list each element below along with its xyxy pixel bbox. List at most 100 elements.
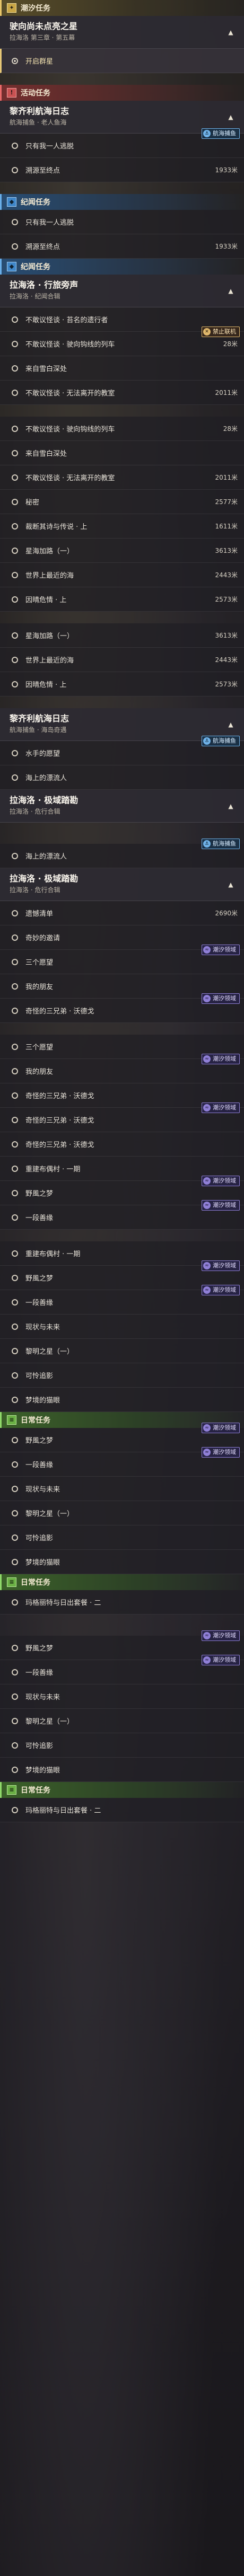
quest-row[interactable]: 黎明之星（一） — [0, 1501, 244, 1525]
quest-row[interactable]: 不敢议怪谈 · 无法离开的教室 2011米 — [0, 465, 244, 490]
quest-label: 现状与未来 — [25, 1486, 60, 1494]
chapter-header[interactable]: 拉海洛 · 行旅旁声 拉海洛 · 纪闻合辑 ▲ — [0, 275, 244, 307]
section-header-daily[interactable]: ≡ 日常任务 — [0, 1574, 244, 1590]
quest-row[interactable]: 溯源至终点 1933米 — [0, 158, 244, 182]
quest-label: 可怜追影 — [25, 1534, 54, 1542]
quest-row[interactable]: 星海加路（一） 3613米 — [0, 539, 244, 563]
quest-label: 现状与未来 — [25, 1324, 60, 1331]
collapse-icon[interactable]: ▲ — [225, 111, 237, 123]
quest-row[interactable]: 因晴危情 · 上 2573米 — [0, 672, 244, 696]
collapse-icon[interactable]: ▲ — [225, 879, 237, 890]
quest-row[interactable]: 开启群星 — [0, 49, 244, 73]
quest-label: 一段善缘 — [25, 1299, 54, 1307]
quest-row[interactable]: 梦境的猫眼 — [0, 1758, 244, 1782]
quest-label: 我的朋友 — [25, 1068, 54, 1076]
tide-domain-badge: ≈ 潮汐领域 — [202, 1423, 240, 1433]
chapter-header[interactable]: 拉海洛 · 极域踏勘 拉海洛 · 危行合辑 ▲ — [0, 868, 244, 901]
wave-icon: ≈ — [203, 1656, 211, 1664]
quest-label: 星海加路（一） — [25, 548, 74, 555]
quest-tracked-icon — [12, 57, 18, 64]
quest-row[interactable]: 可怜追影 — [0, 1363, 244, 1388]
quest-row[interactable]: 因晴危情 · 上 2573米 — [0, 587, 244, 612]
quest-row[interactable]: 世界上最近的海 2443米 — [0, 563, 244, 587]
quest-row[interactable]: 可怜追影 — [0, 1525, 244, 1550]
quest-row[interactable]: ⚓ 航海捕鱼 水手的愿望 — [0, 736, 244, 765]
quest-row[interactable]: 梦境的猫眼 — [0, 1550, 244, 1574]
quest-icon — [12, 1436, 18, 1443]
wave-icon: ≈ — [203, 1177, 211, 1185]
quest-row[interactable]: 星海加路（一） 3613米 — [0, 623, 244, 648]
section-header-lore[interactable]: ◆ 纪闻任务 — [0, 259, 244, 275]
quest-row[interactable]: ⚓ 航海捕鱼 只有我一人逃脱 — [0, 128, 244, 158]
quest-label: 只有我一人逃脱 — [25, 143, 74, 151]
wave-icon: ≈ — [203, 1286, 211, 1294]
section-title: 纪闻任务 — [21, 263, 50, 271]
quest-label: 重建布偶村 · 一期 — [25, 1250, 81, 1258]
quest-row[interactable]: 玛格丽特与日出套餐 · 二 — [0, 1590, 244, 1615]
badge-label: 潮汐领域 — [213, 946, 236, 953]
quest-row[interactable]: 遗憾清单 2690米 — [0, 901, 244, 925]
quest-row[interactable]: 奇怪的三兄弟 · 沃德戈 — [0, 1132, 244, 1157]
quest-row[interactable]: 现状与未来 — [0, 1477, 244, 1501]
quest-row[interactable]: 世界上最近的海 2443米 — [0, 648, 244, 672]
collapse-icon[interactable]: ▲ — [225, 800, 237, 812]
quest-row[interactable]: 来自雪白深处 — [0, 441, 244, 465]
quest-row[interactable]: 溯源至终点 1933米 — [0, 234, 244, 259]
quest-row[interactable]: 梦境的猫眼 — [0, 1388, 244, 1412]
chapter-header[interactable]: 驶向尚未点亮之星 拉海洛 第三章 · 第五幕 ▲ — [0, 16, 244, 49]
wave-icon: ≈ — [203, 1055, 211, 1063]
quest-row[interactable]: ≈ 潮汐领域 奇怪的三兄弟 · 沃德戈 — [0, 1102, 244, 1132]
quest-distance: 1933米 — [215, 243, 238, 250]
badge-label: 潮汐领域 — [213, 1262, 236, 1269]
tide-domain-badge: ≈ 潮汐领域 — [202, 1285, 240, 1295]
quest-icon — [12, 749, 18, 756]
quest-icon — [12, 1214, 18, 1221]
section-header-tide[interactable]: ✦ 潮汐任务 — [0, 0, 244, 16]
quest-row[interactable]: ≈ 潮汐领域 一段善缘 — [0, 1200, 244, 1230]
quest-row[interactable]: 秘密 2577米 — [0, 490, 244, 514]
quest-label: 秘密 — [25, 499, 40, 507]
quest-icon — [12, 1806, 18, 1813]
quest-label: 玛格丽特与日出套餐 · 二 — [25, 1599, 101, 1607]
section-header-activity[interactable]: ! 活动任务 — [0, 85, 244, 101]
quest-row[interactable]: 现状与未来 — [0, 1684, 244, 1709]
quest-row[interactable]: 只有我一人逃脱 — [0, 210, 244, 234]
quest-row[interactable]: 可怜追影 — [0, 1733, 244, 1758]
quest-distance: 1611米 — [215, 523, 238, 530]
quest-label: 裁断其诗与传说 · 上 — [25, 523, 88, 531]
quest-icon — [12, 142, 18, 149]
collapse-icon[interactable]: ▲ — [225, 285, 237, 297]
quest-row[interactable]: ✕ 禁止联机 不敢议怪谈 · 驶向钩线的列车 28米 — [0, 327, 244, 356]
quest-row[interactable]: 黎明之星（一） — [0, 1709, 244, 1733]
wave-icon: ≈ — [203, 1424, 211, 1432]
quest-row[interactable]: ≈ 潮汐领域 我的朋友 — [0, 1054, 244, 1083]
quest-row[interactable]: ≈ 潮汐领域 一段善缘 — [0, 1447, 244, 1477]
collapse-icon[interactable]: ▲ — [225, 27, 237, 38]
badge-label: 禁止联机 — [213, 328, 236, 335]
quest-label: 重建布偶村 · 一期 — [25, 1166, 81, 1174]
quest-row[interactable]: 黎明之星（一） — [0, 1339, 244, 1363]
quest-row[interactable]: 不敢议怪谈 · 驶向钩线的列车 28米 — [0, 417, 244, 441]
quest-row[interactable]: ≈ 潮汐领域 一段善缘 — [0, 1655, 244, 1684]
tide-domain-badge: ≈ 潮汐领域 — [202, 1054, 240, 1064]
quest-row[interactable]: ≈ 潮汐领域 三个愿望 — [0, 945, 244, 974]
activity-task-icon: ! — [7, 88, 16, 98]
quest-row[interactable]: 不敢议怪谈 · 无法离开的教室 2011米 — [0, 381, 244, 405]
quest-icon — [12, 1250, 18, 1257]
quest-row[interactable]: ≈ 潮汐领域 一段善缘 — [0, 1285, 244, 1315]
quest-row[interactable]: ⚓ 航海捕鱼 海上的漂流人 — [0, 839, 244, 868]
section-header-lore[interactable]: ◆ 纪闻任务 — [0, 194, 244, 210]
chapter-header[interactable]: 拉海洛 · 极域踏勘 拉海洛 · 危行合辑 ▲ — [0, 790, 244, 823]
wave-icon: ≈ — [203, 946, 211, 954]
section-title: 潮汐任务 — [21, 4, 50, 13]
section-header-daily[interactable]: ≡ 日常任务 — [0, 1782, 244, 1798]
quest-row[interactable]: 玛格丽特与日出套餐 · 二 — [0, 1798, 244, 1822]
quest-label: 奇怪的三兄弟 · 沃德戈 — [25, 1117, 94, 1125]
quest-row[interactable]: 海上的漂流人 — [0, 765, 244, 790]
quest-row[interactable]: 来自雪白深处 — [0, 356, 244, 381]
quest-row[interactable]: ≈ 潮汐领域 奇怪的三兄弟 · 沃德戈 — [0, 993, 244, 1023]
quest-row[interactable]: 现状与未来 — [0, 1315, 244, 1339]
collapse-icon[interactable]: ▲ — [225, 719, 237, 730]
quest-row[interactable]: 裁断其诗与传说 · 上 1611米 — [0, 514, 244, 539]
fishing-badge: ⚓ 航海捕鱼 — [202, 128, 240, 139]
